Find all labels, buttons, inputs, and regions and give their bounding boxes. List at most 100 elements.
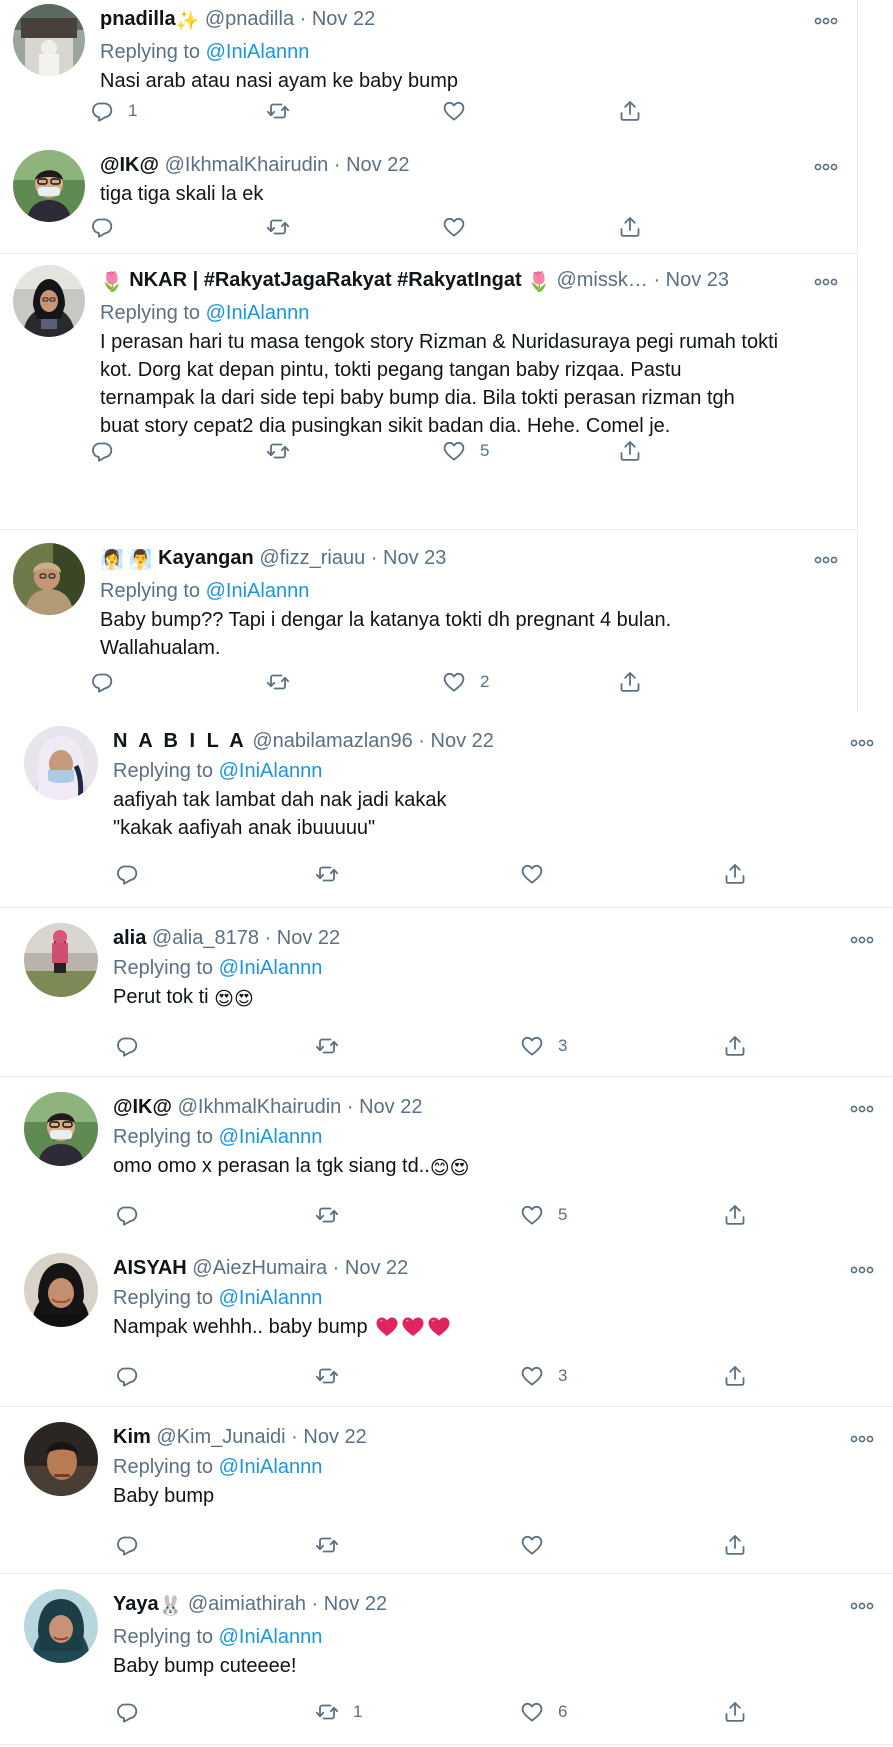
avatar[interactable] (24, 1092, 98, 1166)
display-name[interactable]: NKAR | #RakyatJagaRakyat #RakyatIngat (129, 269, 521, 291)
more-options-icon[interactable] (847, 1096, 877, 1122)
display-name[interactable]: N A B I L A (113, 730, 247, 752)
tweet[interactable]: 🌷 NKAR | #RakyatJagaRakyat #RakyatIngat … (0, 255, 858, 530)
user-handle[interactable]: @aimiathirah (188, 1593, 306, 1615)
display-name[interactable]: pnadilla (100, 8, 176, 30)
like-button[interactable]: 2 (442, 667, 489, 697)
share-button[interactable] (618, 667, 642, 697)
user-handle[interactable]: @AiezHumaira (192, 1257, 327, 1279)
like-button[interactable] (442, 96, 480, 126)
reply-button[interactable] (115, 859, 153, 889)
tweet[interactable]: pnadilla✨ @pnadilla · Nov 22 Replying to… (0, 0, 858, 142)
mention-link[interactable]: @IniAlannn (206, 302, 310, 324)
tweet-date[interactable]: Nov 22 (431, 730, 494, 752)
retweet-button[interactable] (266, 212, 304, 242)
more-options-icon[interactable] (811, 154, 841, 180)
display-name[interactable]: Kayangan (158, 547, 254, 569)
user-handle[interactable]: @missk… (556, 269, 647, 291)
avatar[interactable] (24, 923, 98, 997)
like-button[interactable] (520, 859, 558, 889)
avatar[interactable] (24, 1253, 98, 1327)
retweet-button[interactable] (315, 1361, 353, 1391)
reply-button[interactable] (115, 1200, 153, 1230)
user-handle[interactable]: @fizz_riauu (259, 547, 365, 569)
reply-button[interactable] (90, 212, 128, 242)
tweet[interactable]: AISYAH @AiezHumaira · Nov 22 Replying to… (0, 1239, 893, 1407)
retweet-button[interactable]: 1 (315, 1697, 362, 1727)
avatar[interactable] (24, 1422, 98, 1496)
like-button[interactable]: 6 (520, 1697, 567, 1727)
avatar[interactable] (13, 150, 85, 222)
reply-button[interactable] (115, 1031, 153, 1061)
mention-link[interactable]: @IniAlannn (219, 1626, 323, 1648)
retweet-button[interactable] (315, 859, 353, 889)
mention-link[interactable]: @IniAlannn (219, 1287, 323, 1309)
retweet-button[interactable] (315, 1200, 353, 1230)
tweet-date[interactable]: Nov 22 (346, 154, 409, 176)
avatar[interactable] (13, 543, 85, 615)
retweet-button[interactable] (315, 1031, 353, 1061)
avatar[interactable] (24, 726, 98, 800)
retweet-button[interactable] (266, 436, 304, 466)
retweet-button[interactable] (315, 1530, 353, 1560)
reply-button[interactable] (115, 1361, 153, 1391)
tweet-date[interactable]: Nov 22 (345, 1257, 408, 1279)
more-options-icon[interactable] (811, 269, 841, 295)
share-button[interactable] (723, 1200, 747, 1230)
reply-button[interactable] (115, 1697, 153, 1727)
tweet[interactable]: N A B I L A @nabilamazlan96 · Nov 22 Rep… (0, 714, 893, 908)
mention-link[interactable]: @IniAlannn (219, 760, 323, 782)
tweet[interactable]: @IK@ @IkhmalKhairudin · Nov 22 Replying … (0, 1078, 893, 1239)
more-options-icon[interactable] (811, 547, 841, 573)
like-button[interactable]: 5 (520, 1200, 567, 1230)
share-button[interactable] (723, 859, 747, 889)
like-button[interactable]: 3 (520, 1031, 567, 1061)
more-options-icon[interactable] (847, 730, 877, 756)
more-options-icon[interactable] (847, 1593, 877, 1619)
display-name[interactable]: @IK@ (113, 1096, 172, 1118)
avatar[interactable] (24, 1589, 98, 1663)
share-button[interactable] (618, 96, 642, 126)
user-handle[interactable]: @pnadilla (205, 8, 294, 30)
more-options-icon[interactable] (847, 1426, 877, 1452)
mention-link[interactable]: @IniAlannn (219, 957, 323, 979)
share-button[interactable] (723, 1361, 747, 1391)
tweet-date[interactable]: Nov 22 (312, 8, 375, 30)
more-options-icon[interactable] (847, 927, 877, 953)
display-name[interactable]: alia (113, 927, 146, 949)
mention-link[interactable]: @IniAlannn (206, 580, 310, 602)
share-button[interactable] (723, 1530, 747, 1560)
tweet-date[interactable]: Nov 22 (277, 927, 340, 949)
tweet[interactable]: Kim @Kim_Junaidi · Nov 22 Replying to @I… (0, 1408, 893, 1574)
retweet-button[interactable] (266, 96, 304, 126)
mention-link[interactable]: @IniAlannn (219, 1456, 323, 1478)
tweet[interactable]: alia @alia_8178 · Nov 22 Replying to @In… (0, 909, 893, 1077)
display-name[interactable]: AISYAH (113, 1257, 187, 1279)
reply-button[interactable] (90, 436, 128, 466)
tweet[interactable]: @IK@ @IkhmalKhairudin · Nov 22 tiga tiga… (0, 142, 858, 254)
reply-button[interactable]: 1 (90, 96, 137, 126)
user-handle[interactable]: @IkhmalKhairudin (165, 154, 329, 176)
tweet-date[interactable]: Nov 22 (324, 1593, 387, 1615)
share-button[interactable] (723, 1697, 747, 1727)
share-button[interactable] (618, 436, 642, 466)
tweet-date[interactable]: Nov 23 (383, 547, 446, 569)
like-button[interactable] (442, 212, 480, 242)
tweet-date[interactable]: Nov 23 (666, 269, 729, 291)
user-handle[interactable]: @nabilamazlan96 (252, 730, 412, 752)
display-name[interactable]: Kim (113, 1426, 151, 1448)
reply-button[interactable] (90, 667, 128, 697)
tweet[interactable]: Yaya🐰 @aimiathirah · Nov 22 Replying to … (0, 1575, 893, 1745)
tweet-date[interactable]: Nov 22 (303, 1426, 366, 1448)
user-handle[interactable]: @IkhmalKhairudin (178, 1096, 342, 1118)
user-handle[interactable]: @alia_8178 (152, 927, 259, 949)
avatar[interactable] (13, 4, 85, 76)
like-button[interactable] (520, 1530, 558, 1560)
display-name[interactable]: Yaya (113, 1593, 159, 1615)
more-options-icon[interactable] (811, 8, 841, 34)
tweet-date[interactable]: Nov 22 (359, 1096, 422, 1118)
share-button[interactable] (723, 1031, 747, 1061)
tweet[interactable]: 🧖‍♀️ 🧖‍♂️ Kayangan @fizz_riauu · Nov 23 … (0, 531, 858, 712)
mention-link[interactable]: @IniAlannn (206, 41, 310, 63)
more-options-icon[interactable] (847, 1257, 877, 1283)
